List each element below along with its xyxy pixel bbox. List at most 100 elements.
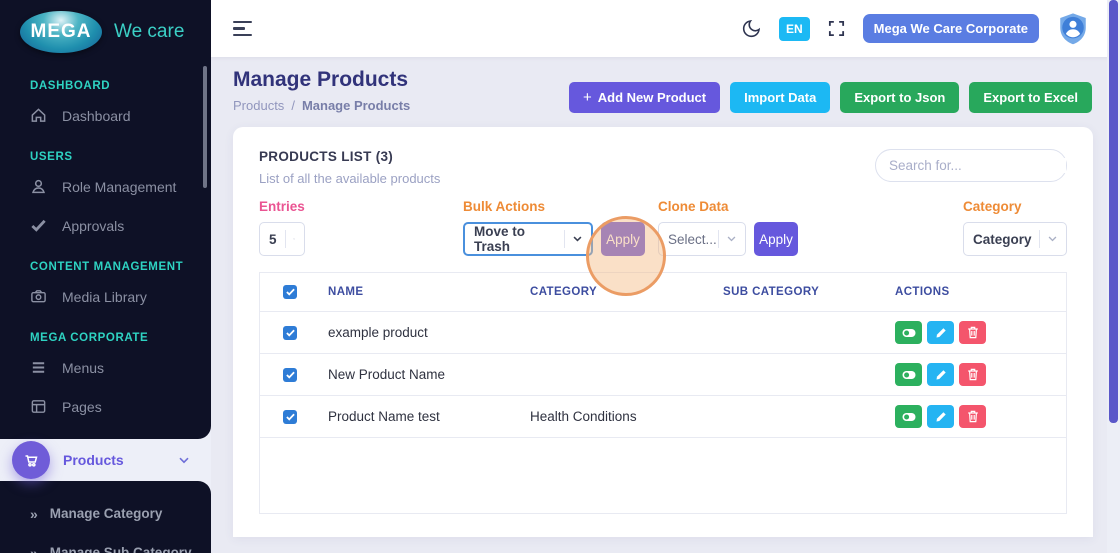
card-title: PRODUCTS LIST (3) xyxy=(259,149,440,164)
export-excel-button[interactable]: Export to Excel xyxy=(969,82,1092,113)
product-name-cell: Product Name test xyxy=(320,396,522,438)
products-table-wrap: NAME CATEGORY SUB CATEGORY ACTIONS examp… xyxy=(259,272,1067,514)
bulk-actions-select[interactable]: Move to Trash xyxy=(463,222,593,256)
sidebar-item-approvals[interactable]: Approvals xyxy=(0,206,211,245)
sidebar-item-role-management[interactable]: Role Management xyxy=(0,167,211,206)
sidebar-item-manage-sub-category[interactable]: » Manage Sub Category xyxy=(0,533,211,553)
user-icon xyxy=(30,178,47,195)
sidebar-item-label: Dashboard xyxy=(62,108,131,124)
products-list-card: PRODUCTS LIST (3) List of all the availa… xyxy=(233,127,1093,537)
breadcrumb-separator: / xyxy=(291,98,295,113)
sidebar-item-pages[interactable]: Pages xyxy=(0,387,211,426)
bulk-actions-value: Move to Trash xyxy=(474,224,564,254)
export-json-button[interactable]: Export to Json xyxy=(840,82,959,113)
table-row: Product Name test Health Conditions xyxy=(260,396,1066,438)
sidebar-item-label: Pages xyxy=(62,399,102,415)
dark-mode-toggle[interactable] xyxy=(741,18,762,39)
view-toggle-button[interactable] xyxy=(895,405,922,428)
entries-label: Entries xyxy=(259,199,305,214)
category-label: Category xyxy=(963,199,1067,214)
table-row: example product xyxy=(260,312,1066,354)
cart-badge xyxy=(12,441,50,479)
breadcrumb: Products / Manage Products xyxy=(233,98,410,113)
active-cap-bottom xyxy=(0,481,211,494)
mega-logo-oval: MEGA xyxy=(20,11,102,53)
bulk-actions-label: Bulk Actions xyxy=(463,199,645,214)
check-icon xyxy=(30,217,47,234)
edit-button[interactable] xyxy=(927,321,954,344)
category-value: Category xyxy=(973,232,1032,247)
import-data-button[interactable]: Import Data xyxy=(730,82,830,113)
trash-icon xyxy=(967,410,979,423)
sidebar-item-media-library[interactable]: Media Library xyxy=(0,277,211,316)
sidebar-scrollbar-thumb[interactable] xyxy=(203,66,207,188)
page-scrollbar-track[interactable] xyxy=(1107,0,1120,553)
sidebar-item-manage-category[interactable]: » Manage Category xyxy=(0,494,211,533)
product-category-cell xyxy=(522,354,715,396)
sidebar-item-dashboard[interactable]: Dashboard xyxy=(0,96,211,135)
page-scrollbar-thumb[interactable] xyxy=(1109,0,1118,423)
edit-button[interactable] xyxy=(927,405,954,428)
edit-button[interactable] xyxy=(927,363,954,386)
fullscreen-button[interactable] xyxy=(827,19,846,38)
delete-button[interactable] xyxy=(959,363,986,386)
profile-avatar[interactable] xyxy=(1056,12,1090,46)
product-category-cell xyxy=(522,312,715,354)
section-users: USERS xyxy=(0,135,211,167)
clone-data-select[interactable]: Select... xyxy=(658,222,746,256)
home-icon xyxy=(30,107,47,124)
chevron-down-icon xyxy=(573,236,582,242)
sidebar-item-label: Products xyxy=(63,452,124,468)
table-body: example product New Product Name Product… xyxy=(260,312,1066,438)
hamburger-menu-icon[interactable] xyxy=(233,21,252,36)
breadcrumb-products[interactable]: Products xyxy=(233,98,284,113)
page-title: Manage Products xyxy=(233,68,410,92)
product-name-cell: New Product Name xyxy=(320,354,522,396)
row-checkbox[interactable] xyxy=(283,326,297,340)
section-content-management: CONTENT MANAGEMENT xyxy=(0,245,211,277)
select-all-checkbox[interactable] xyxy=(283,285,297,299)
row-checkbox[interactable] xyxy=(283,368,297,382)
section-dashboard: DASHBOARD xyxy=(0,64,211,96)
sidebar-active-wrap: Products xyxy=(0,426,211,494)
sidebar-subitem-label: Manage Category xyxy=(50,506,163,521)
column-header-category[interactable]: CATEGORY xyxy=(522,273,715,312)
card-subtitle: List of all the available products xyxy=(259,171,440,186)
product-category-cell: Health Conditions xyxy=(522,396,715,438)
bulk-apply-button[interactable]: Apply xyxy=(601,222,645,256)
column-header-actions: ACTIONS xyxy=(887,273,1066,312)
column-header-name[interactable]: NAME xyxy=(320,273,522,312)
logo-text: MEGA xyxy=(31,21,92,43)
search-input[interactable] xyxy=(889,158,1066,173)
view-toggle-button[interactable] xyxy=(895,321,922,344)
sidebar-item-products[interactable]: Products xyxy=(0,439,211,481)
delete-button[interactable] xyxy=(959,405,986,428)
add-new-product-button[interactable]: +Add New Product xyxy=(569,82,720,113)
product-subcategory-cell xyxy=(715,396,887,438)
account-button[interactable]: Mega We Care Corporate xyxy=(863,14,1039,43)
sidebar-subitem-label: Manage Sub Category xyxy=(50,545,192,553)
clone-apply-button[interactable]: Apply xyxy=(754,222,798,256)
category-select[interactable]: Category xyxy=(963,222,1067,256)
plus-icon: + xyxy=(583,89,592,106)
sidebar-item-label: Role Management xyxy=(62,179,176,195)
moon-icon xyxy=(741,18,762,39)
sidebar-item-label: Approvals xyxy=(62,218,124,234)
view-toggle-button[interactable] xyxy=(895,363,922,386)
chevron-down-icon xyxy=(179,457,189,464)
clone-data-value: Select... xyxy=(668,232,717,247)
column-header-sub-category[interactable]: SUB CATEGORY xyxy=(715,273,887,312)
entries-select[interactable]: 5 xyxy=(259,222,305,256)
delete-button[interactable] xyxy=(959,321,986,344)
cart-icon xyxy=(22,451,40,469)
eye-toggle-icon xyxy=(902,412,916,422)
double-chevron-icon: » xyxy=(30,546,38,553)
entries-value: 5 xyxy=(269,232,277,247)
language-badge[interactable]: EN xyxy=(779,17,810,41)
trash-icon xyxy=(967,368,979,381)
search-box[interactable] xyxy=(875,149,1067,182)
sidebar-item-menus[interactable]: Menus xyxy=(0,348,211,387)
pencil-icon xyxy=(935,369,947,381)
row-checkbox[interactable] xyxy=(283,410,297,424)
sidebar-item-label: Menus xyxy=(62,360,104,376)
